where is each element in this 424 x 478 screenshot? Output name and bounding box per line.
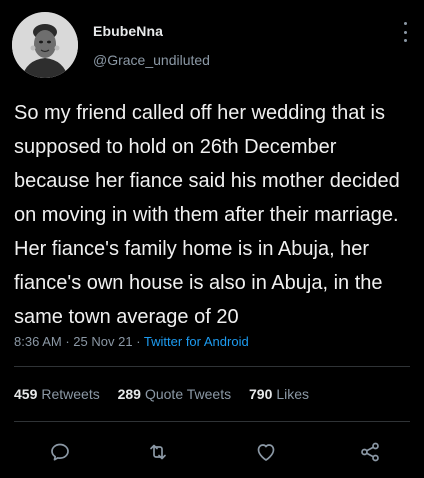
dot — [403, 30, 407, 34]
action-bar — [0, 434, 424, 470]
share-icon — [361, 442, 379, 462]
meta-separator: · — [136, 334, 141, 349]
avatar[interactable] — [12, 12, 78, 78]
retweets-count: 459 — [14, 386, 38, 402]
heart-icon — [257, 444, 275, 461]
reply-icon — [51, 443, 69, 461]
quote-tweets-stat[interactable]: 289 Quote Tweets — [118, 386, 232, 402]
tweet-card: EbubeNna @Grace_undiluted So my friend c… — [0, 0, 424, 478]
divider — [14, 366, 410, 367]
dot — [403, 22, 407, 25]
display-name[interactable]: EbubeNna — [93, 23, 163, 39]
tweet-stats: 459 Retweets 289 Quote Tweets 790 Likes — [14, 386, 323, 402]
likes-count: 790 — [249, 386, 273, 402]
avatar-photo-icon — [12, 12, 78, 78]
retweet-icon — [150, 444, 166, 460]
retweets-label: Retweets — [41, 386, 100, 402]
likes-stat[interactable]: 790 Likes — [249, 386, 309, 402]
quote-tweets-count: 289 — [117, 386, 141, 402]
likes-label: Likes — [276, 386, 310, 402]
reply-button[interactable] — [48, 440, 72, 464]
tweet-source-link[interactable]: Twitter for Android — [144, 334, 249, 349]
like-button[interactable] — [254, 440, 278, 464]
tweet-time[interactable]: 8:36 AM — [14, 334, 62, 349]
more-vertical-icon[interactable] — [402, 22, 408, 42]
tweet-meta: 8:36 AM · 25 Nov 21 · Twitter for Androi… — [14, 334, 249, 349]
quote-tweets-label: Quote Tweets — [144, 386, 232, 402]
dot — [403, 39, 407, 42]
retweet-button[interactable] — [146, 440, 170, 464]
user-handle[interactable]: @Grace_undiluted — [93, 52, 210, 68]
retweets-stat[interactable]: 459 Retweets — [14, 386, 100, 402]
meta-separator: · — [65, 334, 70, 349]
tweet-date[interactable]: 25 Nov 21 — [73, 334, 132, 349]
share-button[interactable] — [358, 440, 382, 464]
divider — [14, 421, 410, 422]
tweet-text: So my friend called off her wedding that… — [14, 102, 400, 328]
